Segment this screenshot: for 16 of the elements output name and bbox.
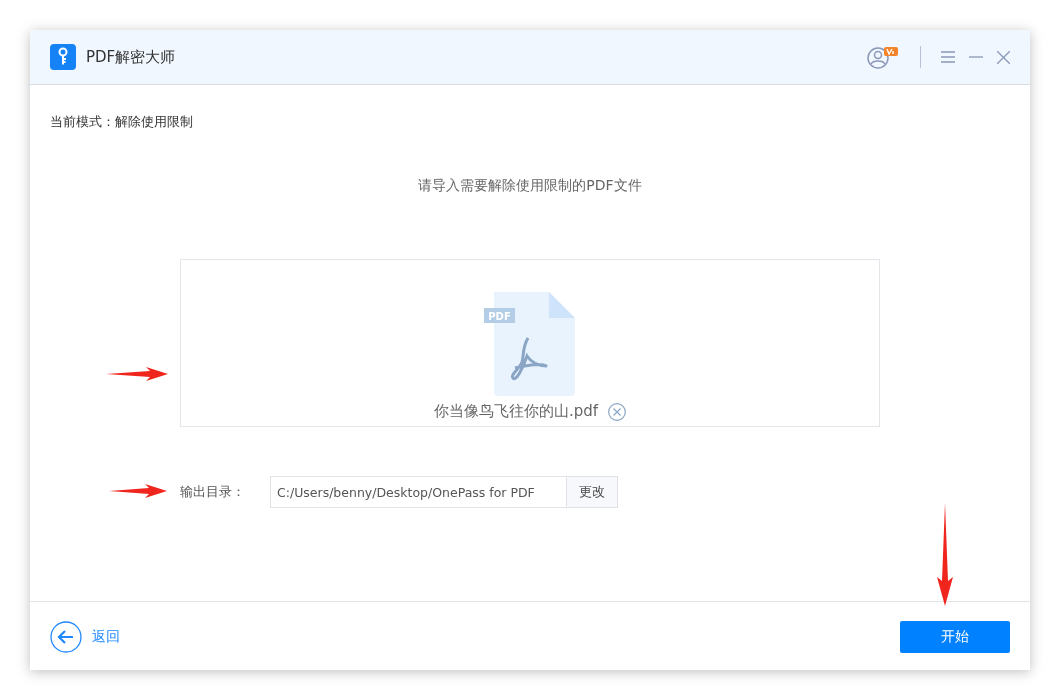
drop-zone[interactable]: PDF 你当像鸟飞往你的山.pdf [180, 259, 880, 427]
instruction-text: 请导入需要解除使用限制的PDF文件 [417, 177, 643, 195]
user-vip-icon[interactable] [866, 44, 900, 70]
output-label: 输出目录： [180, 483, 246, 501]
window-title: PDF解密大师 [86, 47, 177, 67]
back-button[interactable]: 返回 [50, 620, 120, 653]
change-button[interactable]: 更改 [566, 476, 618, 508]
mode-label: 当前模式： [50, 114, 115, 129]
key-logo-icon [50, 44, 76, 70]
file-name: 你当像鸟飞往你的山.pdf [433, 402, 599, 421]
remove-circle-icon[interactable] [608, 402, 627, 421]
output-path-field[interactable]: C:/Users/benny/Desktop/OnePass for PDF [270, 476, 566, 508]
start-button[interactable]: 开始 [900, 620, 1010, 653]
menu-icon[interactable] [941, 51, 955, 63]
close-icon[interactable] [997, 50, 1010, 64]
mode-value: 解除使用限制 [115, 114, 193, 129]
